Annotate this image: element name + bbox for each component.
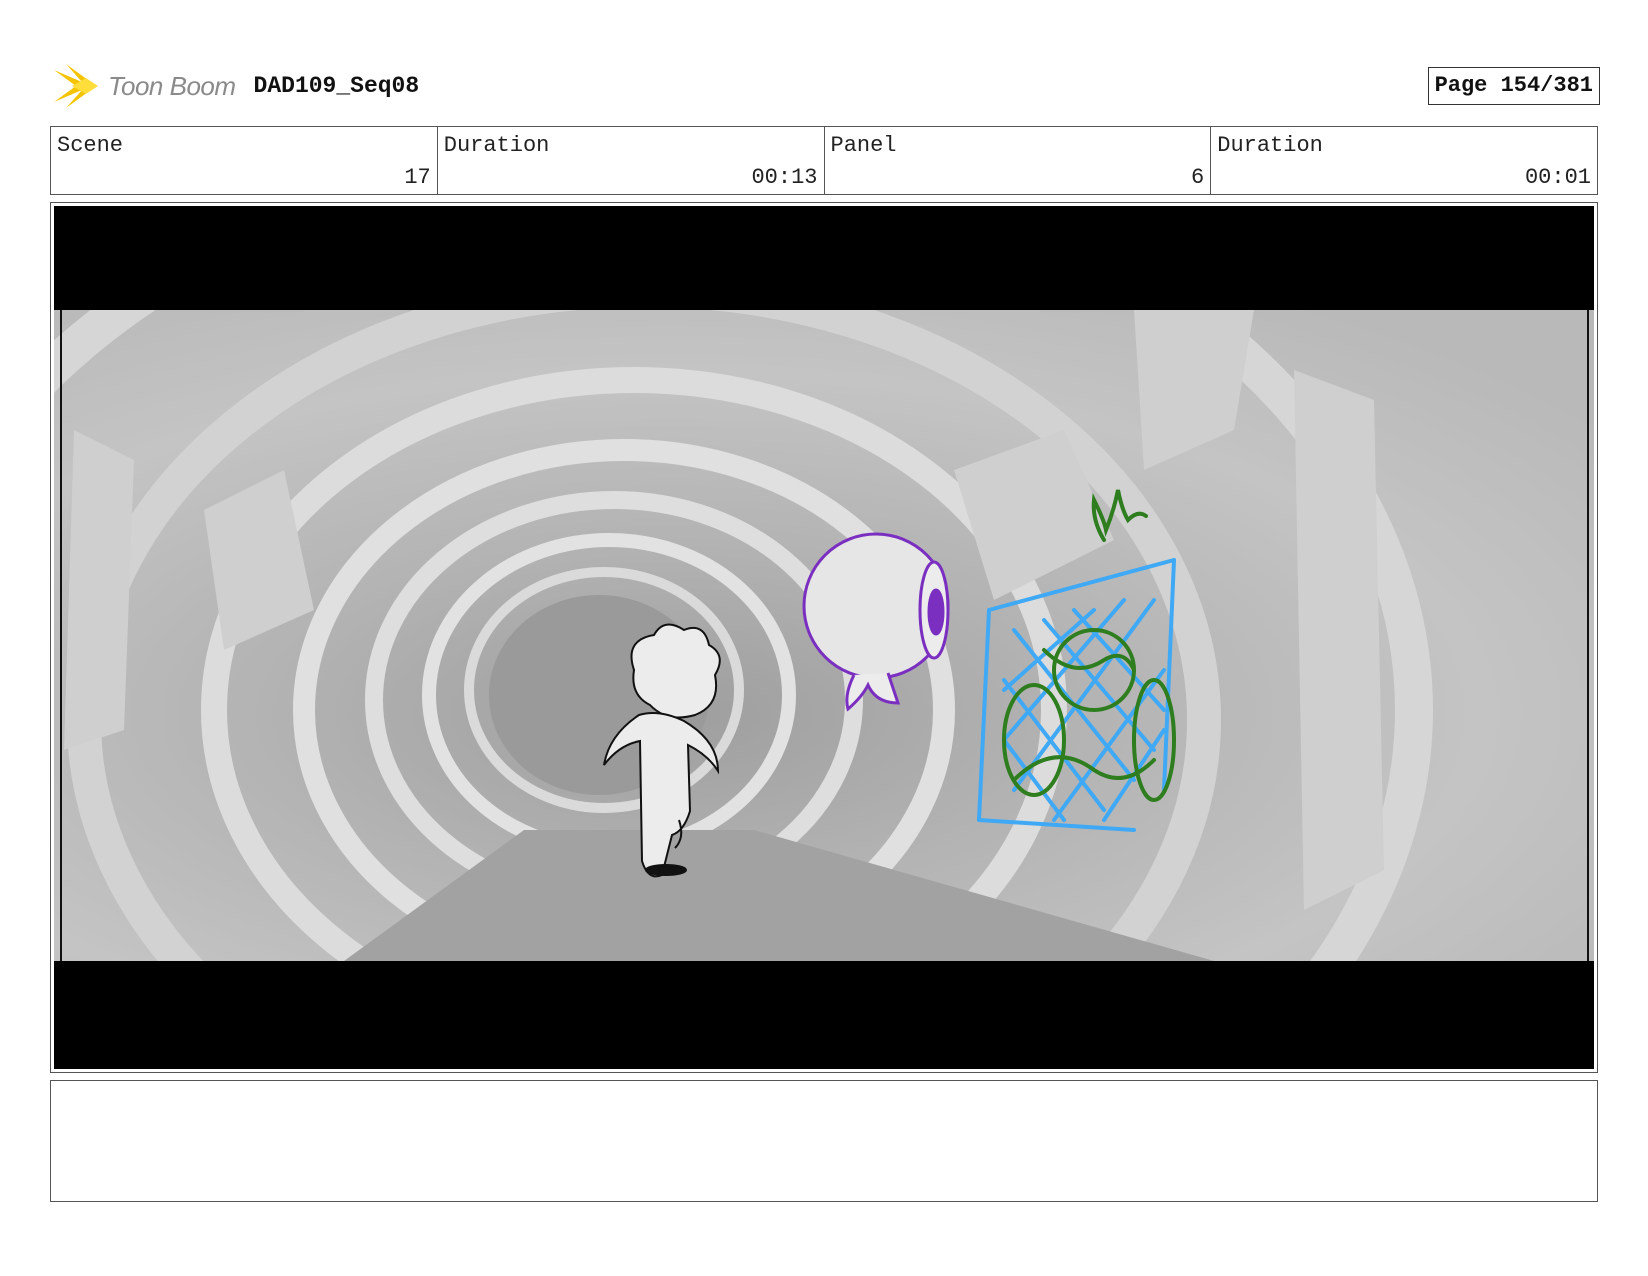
- panel-duration-cell: Duration 00:01: [1211, 127, 1597, 194]
- scene-duration-value: 00:13: [751, 165, 818, 190]
- panel-duration-label: Duration: [1217, 133, 1323, 158]
- logo-text: Toon Boom: [108, 70, 236, 101]
- sequence-title: DAD109_Seq08: [253, 73, 420, 99]
- scene-cell: Scene 17: [51, 127, 438, 194]
- storyboard-header: Toon Boom DAD109_Seq08: [52, 58, 419, 114]
- panel-notes: [50, 1080, 1598, 1202]
- panel-duration-value: 00:01: [1524, 165, 1591, 190]
- panel-letterbox: [54, 206, 1594, 1069]
- scene-info-table: Scene 17 Duration 00:13 Panel 6 Duration…: [50, 126, 1598, 195]
- scene-value: 17: [404, 165, 431, 190]
- toon-boom-star-icon: [54, 64, 98, 108]
- scene-duration-cell: Duration 00:13: [438, 127, 825, 194]
- page-number: Page 154/381: [1427, 67, 1600, 105]
- panel-cell: Panel 6: [825, 127, 1212, 194]
- toon-boom-logo: Toon Boom: [52, 60, 236, 112]
- storyboard-panel: [50, 202, 1598, 1073]
- scene-label: Scene: [57, 133, 124, 158]
- panel-label: Panel: [830, 133, 897, 158]
- panel-value: 6: [1191, 165, 1205, 190]
- panel-artwork: [54, 310, 1594, 961]
- scene-duration-label: Duration: [443, 133, 550, 158]
